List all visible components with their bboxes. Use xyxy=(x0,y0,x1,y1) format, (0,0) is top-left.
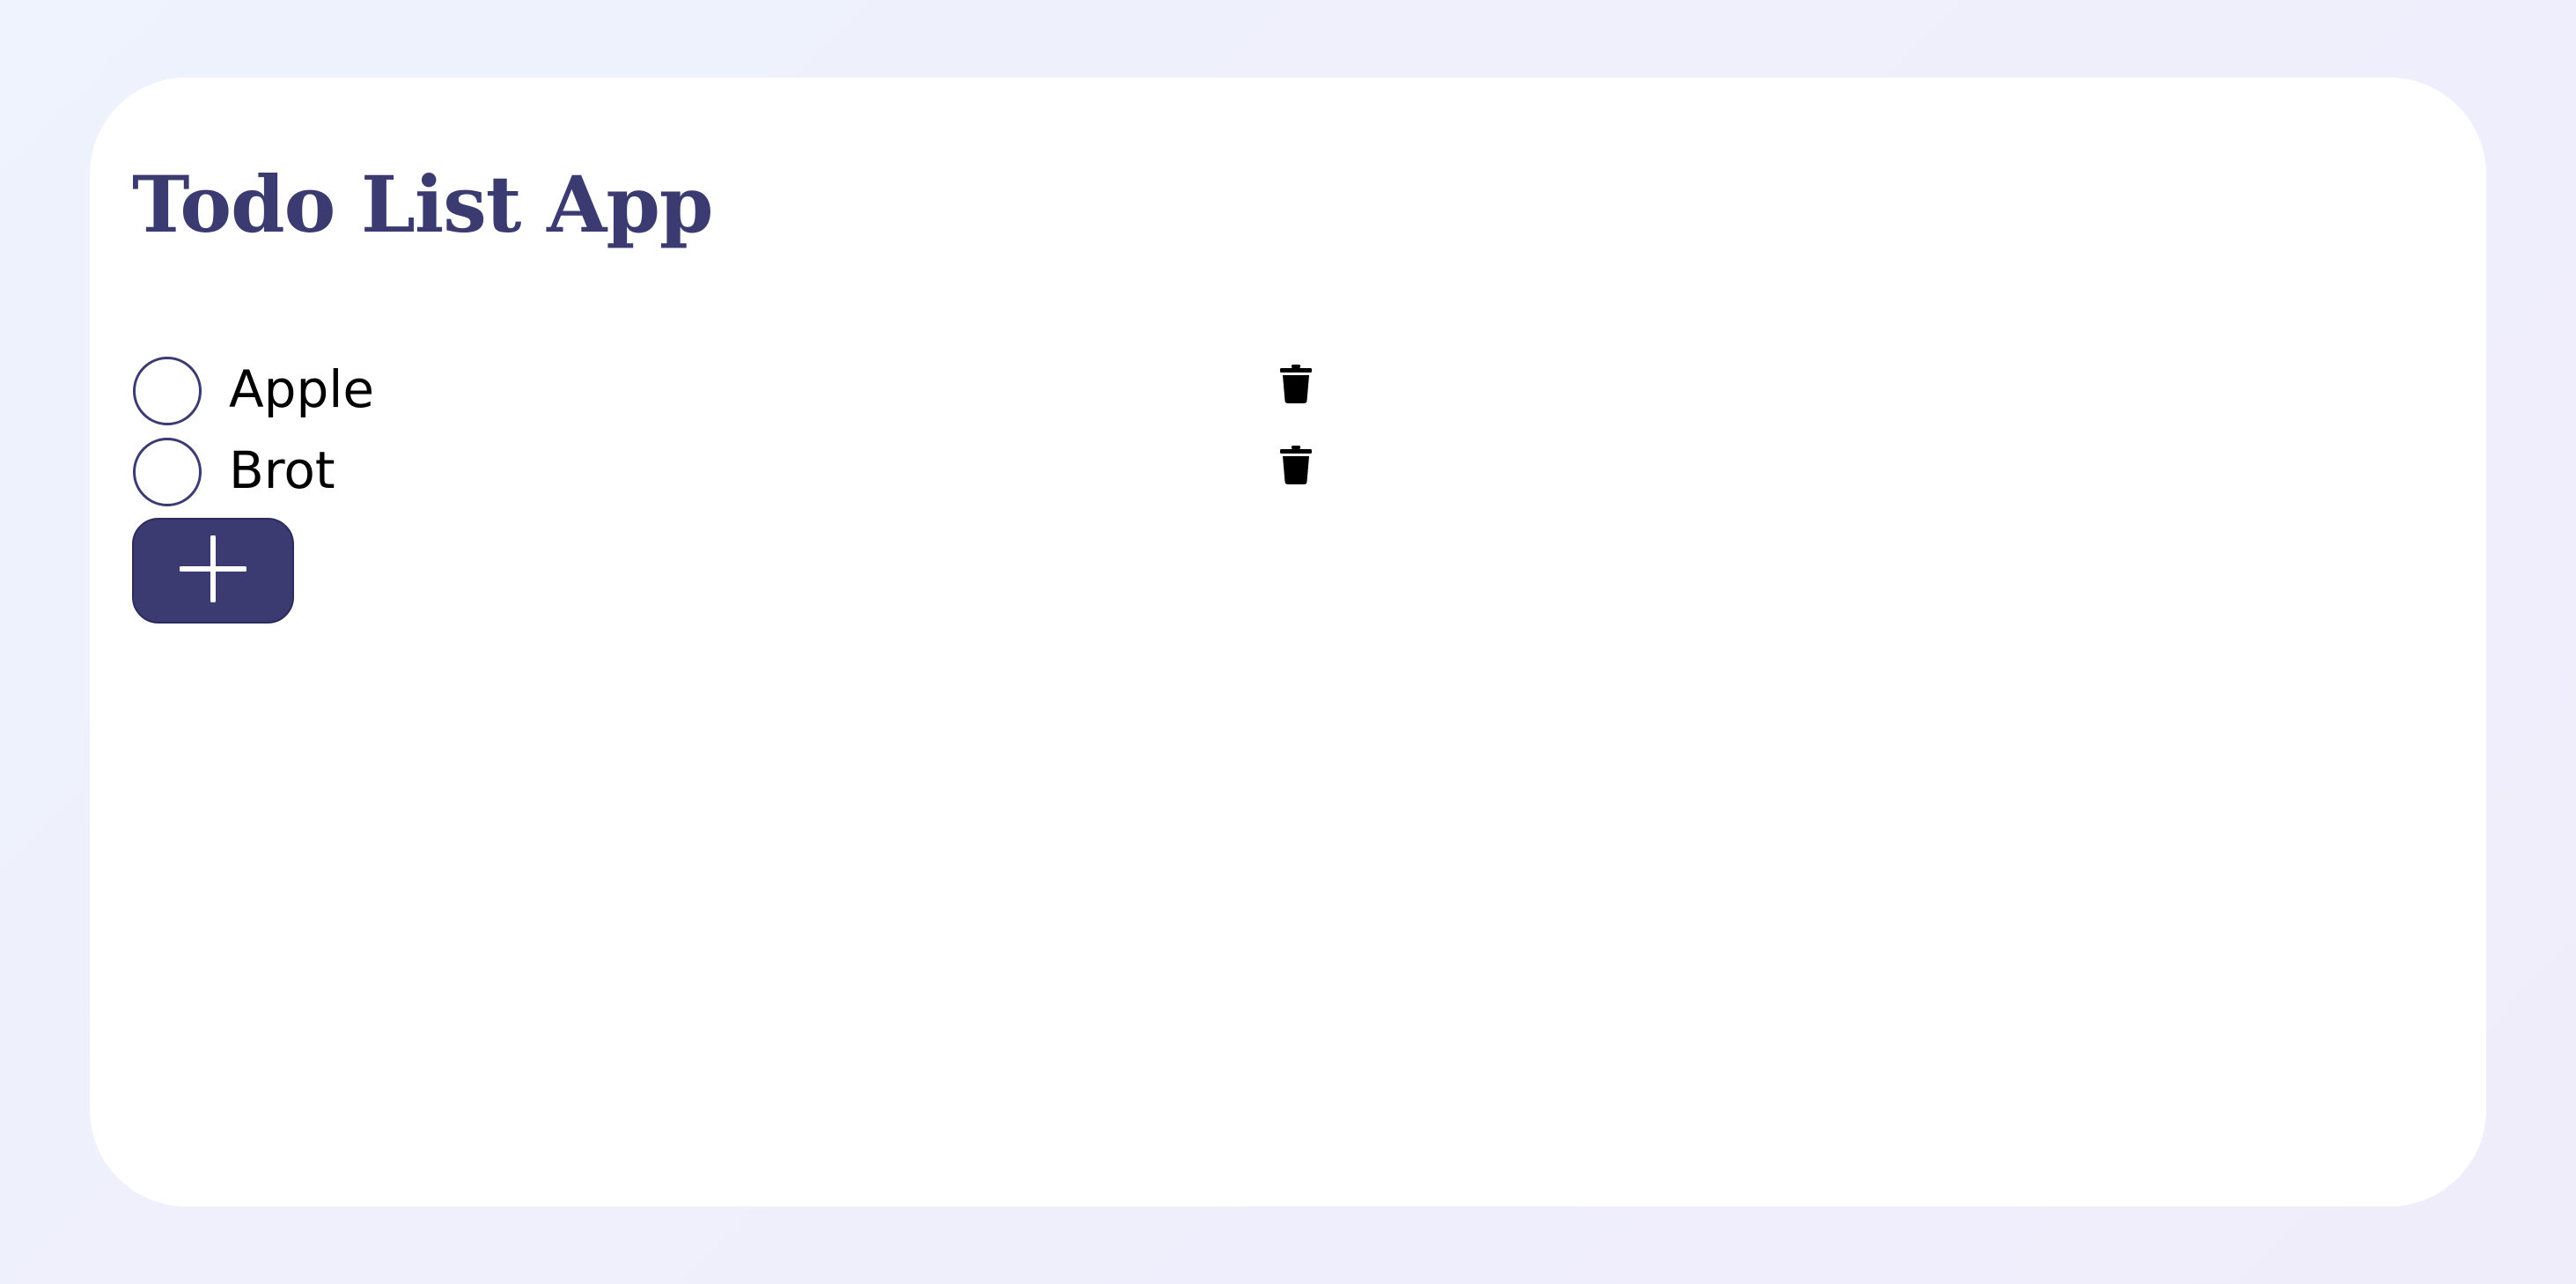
todo-list: Apple Brot xyxy=(132,356,1417,518)
todo-item: Brot xyxy=(132,437,1417,518)
todo-label: Apple xyxy=(229,359,375,419)
page-title: Todo List App xyxy=(132,159,713,250)
todo-card: Todo List App Apple Brot xyxy=(90,77,2486,1207)
trash-icon xyxy=(1280,365,1312,403)
todo-item: Apple xyxy=(132,356,1417,437)
trash-icon xyxy=(1280,446,1312,484)
add-todo-button[interactable] xyxy=(132,518,294,624)
plus-icon xyxy=(180,535,247,602)
delete-button[interactable] xyxy=(1278,365,1314,403)
todo-checkbox[interactable] xyxy=(133,357,202,425)
todo-checkbox[interactable] xyxy=(133,438,202,506)
todo-label: Brot xyxy=(229,440,335,500)
delete-button[interactable] xyxy=(1278,446,1314,484)
